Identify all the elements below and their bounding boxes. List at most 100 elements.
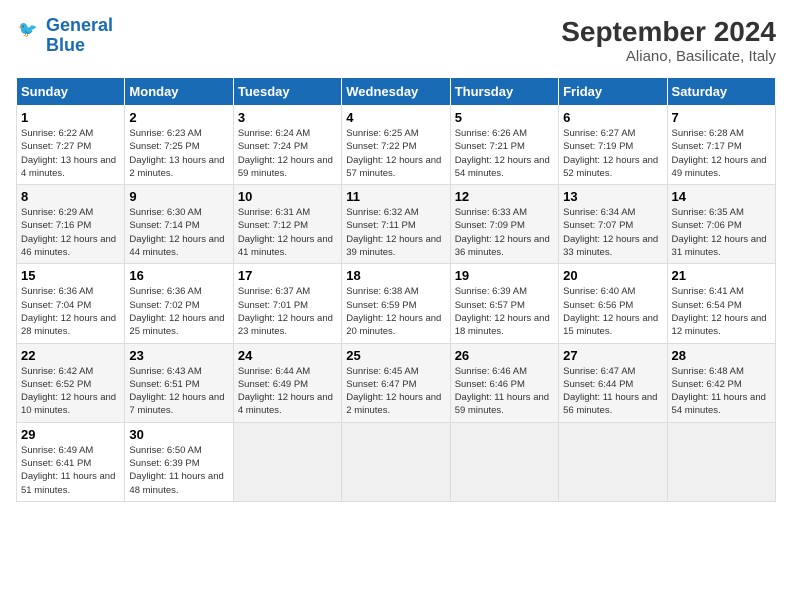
calendar-week-row: 29 Sunrise: 6:49 AM Sunset: 6:41 PM Dayl… bbox=[17, 422, 776, 501]
day-info: Sunrise: 6:23 AM Sunset: 7:25 PM Dayligh… bbox=[129, 127, 228, 180]
day-number: 24 bbox=[238, 348, 337, 363]
day-header-thursday: Thursday bbox=[450, 78, 558, 106]
calendar-table: SundayMondayTuesdayWednesdayThursdayFrid… bbox=[16, 77, 776, 502]
day-info: Sunrise: 6:50 AM Sunset: 6:39 PM Dayligh… bbox=[129, 444, 228, 497]
calendar-cell: 4 Sunrise: 6:25 AM Sunset: 7:22 PM Dayli… bbox=[342, 106, 450, 185]
day-number: 26 bbox=[455, 348, 554, 363]
day-info: Sunrise: 6:49 AM Sunset: 6:41 PM Dayligh… bbox=[21, 444, 120, 497]
day-info: Sunrise: 6:27 AM Sunset: 7:19 PM Dayligh… bbox=[563, 127, 662, 180]
calendar-cell: 2 Sunrise: 6:23 AM Sunset: 7:25 PM Dayli… bbox=[125, 106, 233, 185]
calendar-cell: 8 Sunrise: 6:29 AM Sunset: 7:16 PM Dayli… bbox=[17, 185, 125, 264]
calendar-header-row: SundayMondayTuesdayWednesdayThursdayFrid… bbox=[17, 78, 776, 106]
calendar-cell: 1 Sunrise: 6:22 AM Sunset: 7:27 PM Dayli… bbox=[17, 106, 125, 185]
day-info: Sunrise: 6:30 AM Sunset: 7:14 PM Dayligh… bbox=[129, 206, 228, 259]
calendar-cell: 7 Sunrise: 6:28 AM Sunset: 7:17 PM Dayli… bbox=[667, 106, 775, 185]
day-info: Sunrise: 6:44 AM Sunset: 6:49 PM Dayligh… bbox=[238, 365, 337, 418]
day-info: Sunrise: 6:36 AM Sunset: 7:04 PM Dayligh… bbox=[21, 285, 120, 338]
day-number: 19 bbox=[455, 268, 554, 283]
calendar-cell: 9 Sunrise: 6:30 AM Sunset: 7:14 PM Dayli… bbox=[125, 185, 233, 264]
calendar-cell: 21 Sunrise: 6:41 AM Sunset: 6:54 PM Dayl… bbox=[667, 264, 775, 343]
day-info: Sunrise: 6:40 AM Sunset: 6:56 PM Dayligh… bbox=[563, 285, 662, 338]
day-number: 30 bbox=[129, 427, 228, 442]
day-number: 3 bbox=[238, 110, 337, 125]
day-number: 4 bbox=[346, 110, 445, 125]
day-number: 9 bbox=[129, 189, 228, 204]
calendar-week-row: 15 Sunrise: 6:36 AM Sunset: 7:04 PM Dayl… bbox=[17, 264, 776, 343]
day-info: Sunrise: 6:43 AM Sunset: 6:51 PM Dayligh… bbox=[129, 365, 228, 418]
calendar-cell bbox=[559, 422, 667, 501]
calendar-cell: 17 Sunrise: 6:37 AM Sunset: 7:01 PM Dayl… bbox=[233, 264, 341, 343]
day-number: 15 bbox=[21, 268, 120, 283]
day-number: 20 bbox=[563, 268, 662, 283]
day-info: Sunrise: 6:25 AM Sunset: 7:22 PM Dayligh… bbox=[346, 127, 445, 180]
day-info: Sunrise: 6:47 AM Sunset: 6:44 PM Dayligh… bbox=[563, 365, 662, 418]
calendar-cell: 19 Sunrise: 6:39 AM Sunset: 6:57 PM Dayl… bbox=[450, 264, 558, 343]
day-info: Sunrise: 6:41 AM Sunset: 6:54 PM Dayligh… bbox=[672, 285, 771, 338]
svg-text:🐦: 🐦 bbox=[18, 22, 38, 39]
day-info: Sunrise: 6:28 AM Sunset: 7:17 PM Dayligh… bbox=[672, 127, 771, 180]
logo-text: General Blue bbox=[46, 16, 113, 56]
day-number: 21 bbox=[672, 268, 771, 283]
day-info: Sunrise: 6:48 AM Sunset: 6:42 PM Dayligh… bbox=[672, 365, 771, 418]
day-number: 8 bbox=[21, 189, 120, 204]
day-info: Sunrise: 6:33 AM Sunset: 7:09 PM Dayligh… bbox=[455, 206, 554, 259]
day-info: Sunrise: 6:34 AM Sunset: 7:07 PM Dayligh… bbox=[563, 206, 662, 259]
day-header-saturday: Saturday bbox=[667, 78, 775, 106]
calendar-cell bbox=[342, 422, 450, 501]
day-number: 13 bbox=[563, 189, 662, 204]
day-number: 18 bbox=[346, 268, 445, 283]
day-info: Sunrise: 6:39 AM Sunset: 6:57 PM Dayligh… bbox=[455, 285, 554, 338]
calendar-cell: 14 Sunrise: 6:35 AM Sunset: 7:06 PM Dayl… bbox=[667, 185, 775, 264]
calendar-cell bbox=[667, 422, 775, 501]
day-header-sunday: Sunday bbox=[17, 78, 125, 106]
day-number: 16 bbox=[129, 268, 228, 283]
calendar-cell: 11 Sunrise: 6:32 AM Sunset: 7:11 PM Dayl… bbox=[342, 185, 450, 264]
calendar-cell: 3 Sunrise: 6:24 AM Sunset: 7:24 PM Dayli… bbox=[233, 106, 341, 185]
day-number: 7 bbox=[672, 110, 771, 125]
day-number: 25 bbox=[346, 348, 445, 363]
day-info: Sunrise: 6:22 AM Sunset: 7:27 PM Dayligh… bbox=[21, 127, 120, 180]
calendar-cell: 27 Sunrise: 6:47 AM Sunset: 6:44 PM Dayl… bbox=[559, 343, 667, 422]
day-header-monday: Monday bbox=[125, 78, 233, 106]
day-info: Sunrise: 6:42 AM Sunset: 6:52 PM Dayligh… bbox=[21, 365, 120, 418]
day-info: Sunrise: 6:36 AM Sunset: 7:02 PM Dayligh… bbox=[129, 285, 228, 338]
title-block: September 2024 Aliano, Basilicate, Italy bbox=[561, 16, 776, 65]
day-info: Sunrise: 6:35 AM Sunset: 7:06 PM Dayligh… bbox=[672, 206, 771, 259]
day-number: 23 bbox=[129, 348, 228, 363]
day-number: 2 bbox=[129, 110, 228, 125]
calendar-cell: 18 Sunrise: 6:38 AM Sunset: 6:59 PM Dayl… bbox=[342, 264, 450, 343]
day-header-tuesday: Tuesday bbox=[233, 78, 341, 106]
calendar-cell: 20 Sunrise: 6:40 AM Sunset: 6:56 PM Dayl… bbox=[559, 264, 667, 343]
day-number: 22 bbox=[21, 348, 120, 363]
day-header-friday: Friday bbox=[559, 78, 667, 106]
calendar-cell: 25 Sunrise: 6:45 AM Sunset: 6:47 PM Dayl… bbox=[342, 343, 450, 422]
day-number: 27 bbox=[563, 348, 662, 363]
day-info: Sunrise: 6:45 AM Sunset: 6:47 PM Dayligh… bbox=[346, 365, 445, 418]
calendar-week-row: 1 Sunrise: 6:22 AM Sunset: 7:27 PM Dayli… bbox=[17, 106, 776, 185]
calendar-cell: 10 Sunrise: 6:31 AM Sunset: 7:12 PM Dayl… bbox=[233, 185, 341, 264]
page-title: September 2024 bbox=[561, 16, 776, 48]
day-info: Sunrise: 6:37 AM Sunset: 7:01 PM Dayligh… bbox=[238, 285, 337, 338]
calendar-week-row: 8 Sunrise: 6:29 AM Sunset: 7:16 PM Dayli… bbox=[17, 185, 776, 264]
day-info: Sunrise: 6:38 AM Sunset: 6:59 PM Dayligh… bbox=[346, 285, 445, 338]
calendar-cell: 22 Sunrise: 6:42 AM Sunset: 6:52 PM Dayl… bbox=[17, 343, 125, 422]
day-number: 1 bbox=[21, 110, 120, 125]
calendar-cell: 6 Sunrise: 6:27 AM Sunset: 7:19 PM Dayli… bbox=[559, 106, 667, 185]
calendar-cell: 12 Sunrise: 6:33 AM Sunset: 7:09 PM Dayl… bbox=[450, 185, 558, 264]
calendar-cell: 13 Sunrise: 6:34 AM Sunset: 7:07 PM Dayl… bbox=[559, 185, 667, 264]
day-number: 10 bbox=[238, 189, 337, 204]
calendar-body: 1 Sunrise: 6:22 AM Sunset: 7:27 PM Dayli… bbox=[17, 106, 776, 502]
calendar-cell: 26 Sunrise: 6:46 AM Sunset: 6:46 PM Dayl… bbox=[450, 343, 558, 422]
calendar-cell: 29 Sunrise: 6:49 AM Sunset: 6:41 PM Dayl… bbox=[17, 422, 125, 501]
day-number: 5 bbox=[455, 110, 554, 125]
calendar-cell: 15 Sunrise: 6:36 AM Sunset: 7:04 PM Dayl… bbox=[17, 264, 125, 343]
page-header: 🐦 General Blue September 2024 Aliano, Ba… bbox=[16, 16, 776, 65]
day-info: Sunrise: 6:26 AM Sunset: 7:21 PM Dayligh… bbox=[455, 127, 554, 180]
calendar-cell bbox=[233, 422, 341, 501]
logo-icon: 🐦 bbox=[18, 19, 46, 47]
day-number: 12 bbox=[455, 189, 554, 204]
day-number: 29 bbox=[21, 427, 120, 442]
day-number: 14 bbox=[672, 189, 771, 204]
day-number: 11 bbox=[346, 189, 445, 204]
day-info: Sunrise: 6:29 AM Sunset: 7:16 PM Dayligh… bbox=[21, 206, 120, 259]
